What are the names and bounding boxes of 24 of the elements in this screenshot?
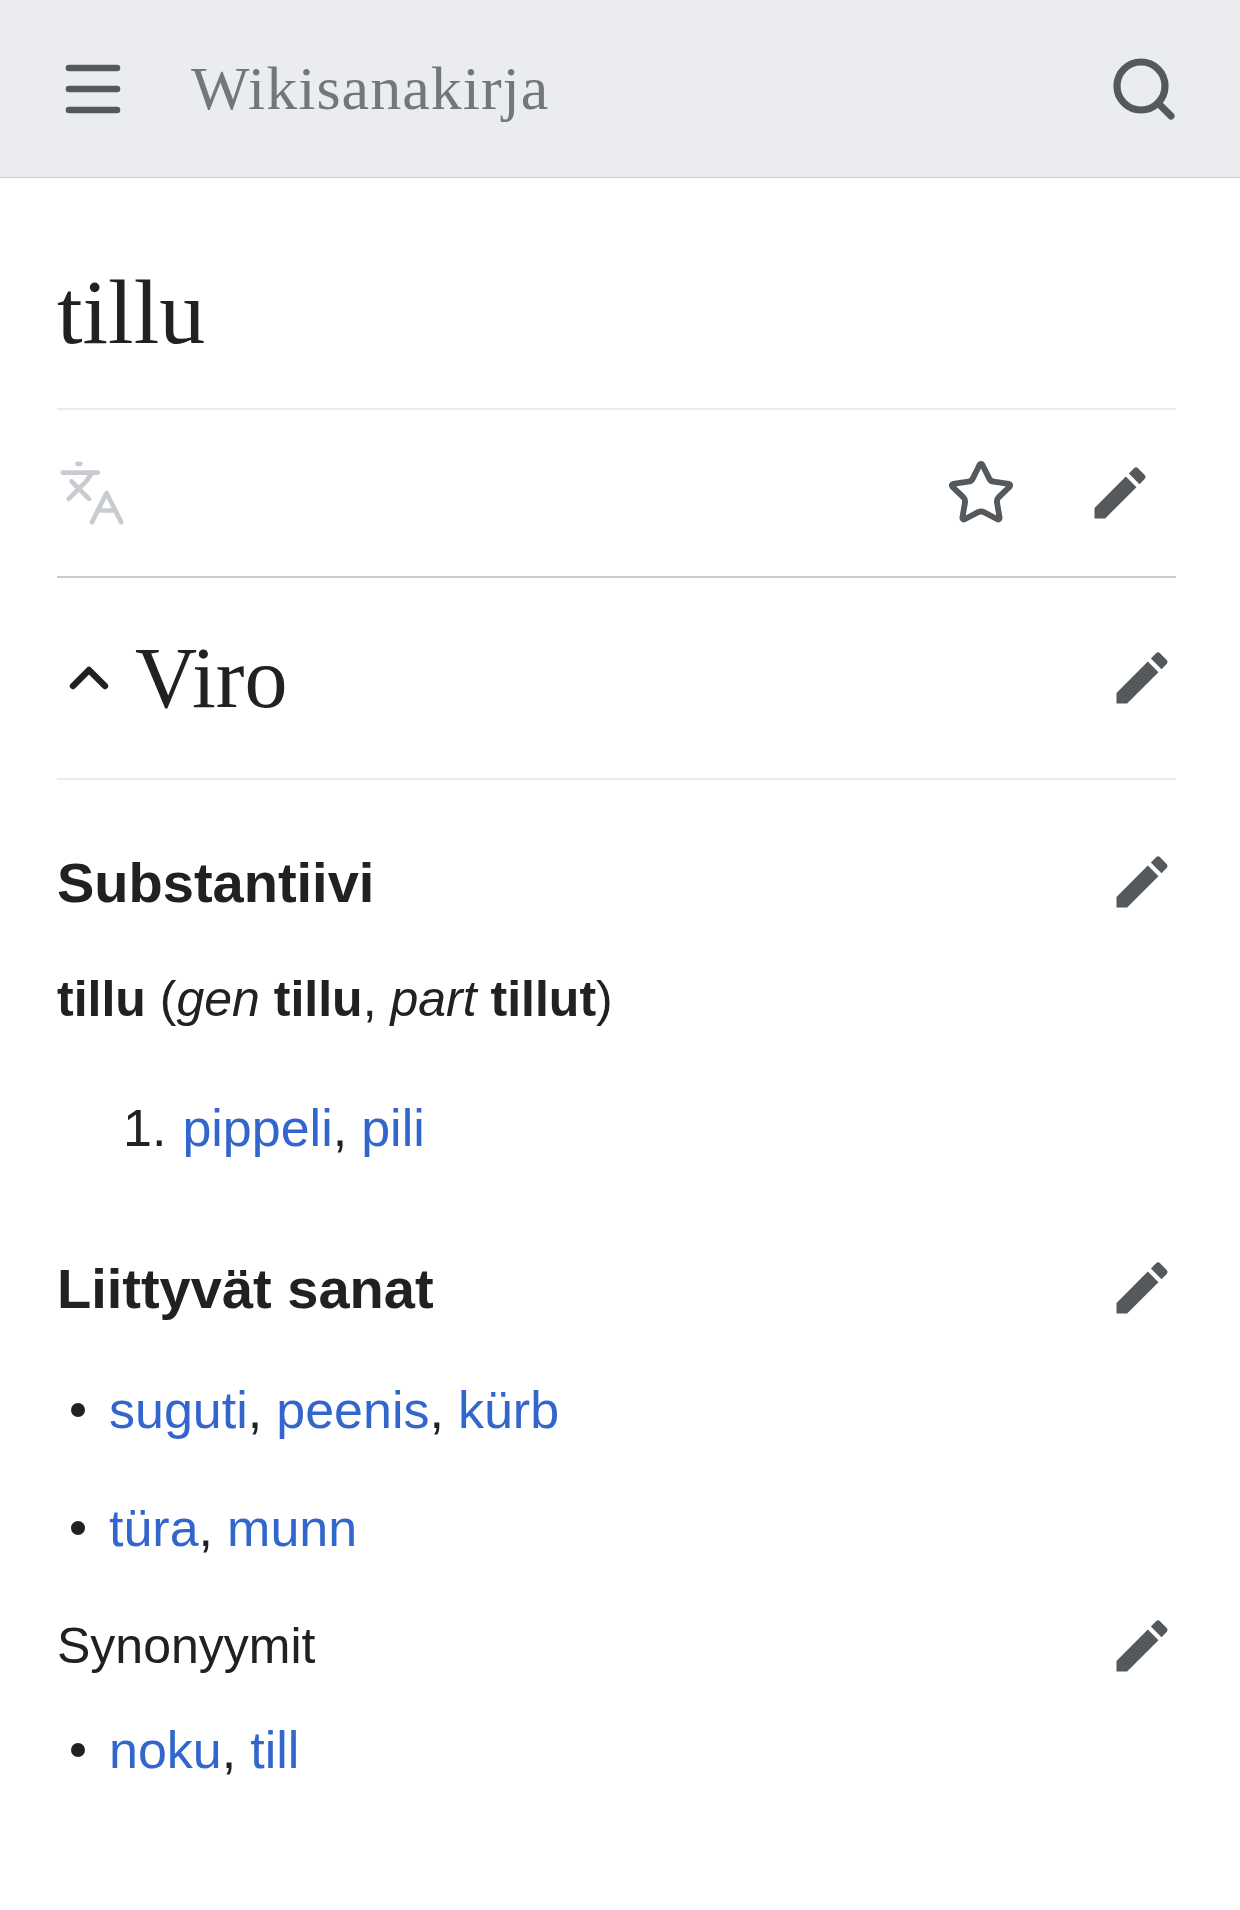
word-link[interactable]: peenis [276,1380,430,1440]
bullet-icon [71,1403,85,1417]
word-link[interactable]: munn [227,1498,358,1558]
word-link[interactable]: pili [361,1098,425,1158]
section-subheading: Liittyvät sanat [57,1255,434,1321]
page-title: tillu [57,260,206,365]
section-heading[interactable]: Viro [135,635,1094,721]
word-link[interactable]: türa [109,1498,199,1558]
section-subheading: Synonyymit [57,1617,316,1675]
bullet-icon [71,1521,85,1535]
separator: , [332,1098,348,1158]
list-number: 1. [123,1098,167,1158]
word-link[interactable]: pippeli [182,1098,333,1158]
separator: , [429,1380,444,1440]
section-subheading: Substantiivi [57,849,375,915]
separator: , [247,1380,263,1440]
word-link[interactable]: till [250,1720,300,1780]
word-link[interactable]: kürb [457,1380,560,1440]
bullet-icon [71,1743,85,1757]
headword-line: tillu (gen tillu, part tillut) [57,970,614,1029]
word-link[interactable]: noku [109,1720,222,1780]
word-link[interactable]: suguti [109,1380,248,1440]
separator: , [198,1498,214,1558]
separator: , [221,1720,237,1780]
